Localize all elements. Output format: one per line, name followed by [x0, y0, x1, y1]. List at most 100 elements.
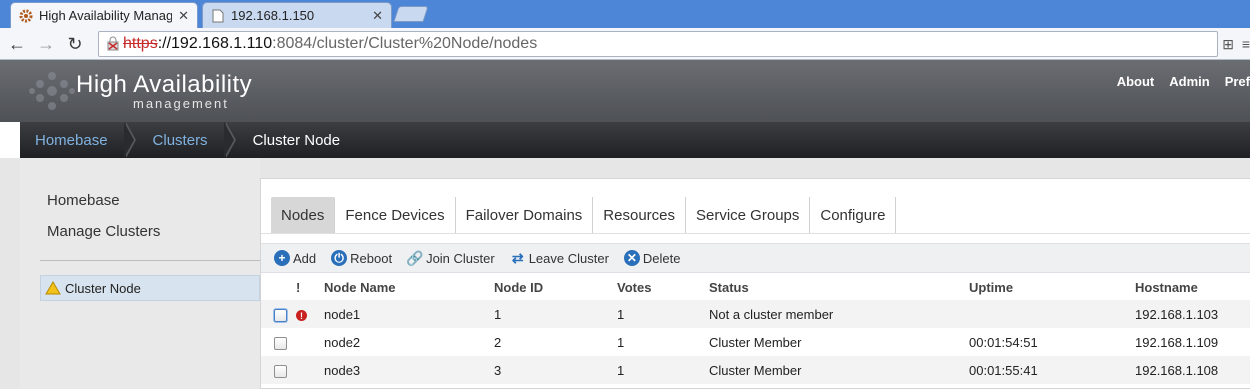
tab-configure[interactable]: Configure [810, 197, 897, 233]
uptime [969, 300, 1135, 328]
nodes-table: ! Node Name Node ID Votes Status Uptime … [261, 275, 1250, 384]
tab-fence-devices[interactable]: Fence Devices [335, 197, 456, 233]
gear-icon [19, 9, 33, 23]
add-label: Add [293, 250, 317, 266]
admin-link[interactable]: Admin [1169, 74, 1209, 89]
tab-underline [261, 233, 1250, 234]
node-name-link[interactable]: node2 [324, 328, 494, 356]
hostname: 192.168.1.109 [1135, 328, 1250, 356]
uptime: 00:01:54:51 [969, 328, 1135, 356]
translate-icon[interactable]: ⊞ [1222, 36, 1234, 53]
tab-bar: Nodes Fence Devices Failover Domains Res… [271, 197, 897, 233]
browser-toolbar: ← → ↻ https://192.168.1.110:8084/cluster… [0, 28, 1250, 60]
reboot-button[interactable]: ⏻ Reboot [331, 250, 392, 266]
new-tab-button[interactable] [393, 6, 429, 22]
delete-label: Delete [642, 250, 681, 266]
hostname: 192.168.1.108 [1135, 356, 1250, 384]
menu-icon[interactable]: ≡ [1242, 36, 1250, 52]
node-name-link[interactable]: node3 [324, 356, 494, 384]
tab-nodes[interactable]: Nodes [271, 197, 336, 233]
column-header-votes[interactable]: Votes [617, 275, 709, 300]
node-id: 1 [494, 300, 617, 328]
unlink-icon: ⇄ [511, 249, 524, 266]
table-header-row: ! Node Name Node ID Votes Status Uptime … [261, 275, 1250, 300]
tab-failover-domains[interactable]: Failover Domains [456, 197, 594, 233]
top-links: About Admin Pref [1117, 74, 1250, 89]
back-arrow-icon[interactable]: ← [6, 33, 28, 55]
votes: 1 [617, 328, 709, 356]
breadcrumb-homebase[interactable]: Homebase [20, 122, 126, 158]
status: Not a cluster member [709, 300, 969, 328]
sidebar-item-manage-clusters[interactable]: Manage Clusters [47, 223, 160, 240]
node-id: 2 [494, 328, 617, 356]
row-checkbox[interactable] [274, 364, 287, 378]
select-column-header [261, 275, 296, 300]
column-header-hostname[interactable]: Hostname [1135, 275, 1250, 300]
app-header: High Availability management About Admin… [0, 60, 1250, 122]
about-link[interactable]: About [1117, 74, 1155, 89]
plus-icon: + [274, 250, 290, 266]
reboot-label: Reboot [350, 250, 393, 266]
join-cluster-button[interactable]: 🔗 Join Cluster [406, 249, 495, 266]
hostname: 192.168.1.103 [1135, 300, 1250, 328]
row-checkbox[interactable] [274, 336, 287, 350]
reload-icon[interactable]: ↻ [64, 33, 86, 55]
breadcrumb-separator [223, 122, 238, 158]
close-icon[interactable]: ✕ [178, 8, 189, 24]
leave-cluster-label: Leave Cluster [528, 250, 609, 266]
status: Cluster Member [709, 356, 969, 384]
column-header-alert: ! [296, 280, 301, 295]
column-header-uptime[interactable]: Uptime [969, 275, 1135, 300]
tab-title: High Availability Manag [39, 8, 173, 23]
url-scheme: https [123, 35, 158, 52]
breadcrumb-clusters[interactable]: Clusters [138, 122, 226, 158]
forward-arrow-icon[interactable]: → [35, 33, 57, 55]
warning-icon [45, 281, 61, 295]
join-cluster-label: Join Cluster [426, 250, 495, 266]
insecure-lock-icon [105, 36, 121, 52]
logo-icon [28, 66, 76, 116]
page-icon [211, 9, 225, 23]
node-id: 3 [494, 356, 617, 384]
breadcrumb-separator [123, 122, 138, 158]
tab-service-groups[interactable]: Service Groups [686, 197, 811, 233]
address-bar[interactable]: https://192.168.1.110:8084/cluster/Clust… [98, 31, 1218, 57]
sidebar-item-label: Cluster Node [65, 280, 141, 296]
status: Cluster Member [709, 328, 969, 356]
link-icon: 🔗 [406, 249, 424, 266]
url-host: ://192.168.1.110 [157, 35, 273, 52]
tab-title: 192.168.1.150 [231, 8, 315, 23]
preferences-link[interactable]: Pref [1225, 74, 1250, 89]
power-icon: ⏻ [331, 250, 348, 266]
error-icon: ! [296, 310, 307, 321]
table-row[interactable]: node3 3 1 Cluster Member 00:01:55:41 192… [261, 356, 1250, 384]
app-title: High Availability [76, 71, 253, 98]
votes: 1 [617, 356, 709, 384]
add-button[interactable]: + Add [274, 250, 316, 266]
node-name-link[interactable]: node1 [324, 300, 494, 328]
uptime: 00:01:55:41 [969, 356, 1135, 384]
app-subtitle: management [133, 96, 229, 111]
breadcrumb-current: Cluster Node [252, 131, 341, 149]
table-row[interactable]: ! node1 1 1 Not a cluster member 192.168… [261, 300, 1250, 328]
browser-tab[interactable]: 192.168.1.150 ✕ [202, 2, 392, 28]
column-header-status[interactable]: Status [709, 275, 969, 300]
delete-button[interactable]: ✕ Delete [623, 250, 681, 266]
main-panel: Nodes Fence Devices Failover Domains Res… [260, 178, 1250, 389]
tab-resources[interactable]: Resources [593, 197, 686, 233]
votes: 1 [617, 300, 709, 328]
table-row[interactable]: node2 2 1 Cluster Member 00:01:54:51 192… [261, 328, 1250, 356]
sidebar-item-cluster-node[interactable]: Cluster Node [40, 275, 260, 301]
action-bar: + Add ⏻ Reboot 🔗 Join Cluster ⇄ Leave Cl… [261, 243, 1250, 273]
sidebar: Homebase Manage Clusters Cluster Node [20, 158, 260, 389]
row-checkbox[interactable] [274, 308, 287, 322]
browser-tabstrip: High Availability Manag ✕ 192.168.1.150 … [0, 0, 1250, 28]
sidebar-divider [40, 260, 260, 261]
browser-tab-active[interactable]: High Availability Manag ✕ [10, 2, 198, 28]
sidebar-item-homebase[interactable]: Homebase [47, 192, 120, 209]
leave-cluster-button[interactable]: ⇄ Leave Cluster [510, 250, 609, 266]
column-header-node-name[interactable]: Node Name [324, 275, 494, 300]
delete-icon: ✕ [623, 250, 640, 266]
column-header-node-id[interactable]: Node ID [494, 275, 617, 300]
close-icon[interactable]: ✕ [372, 8, 383, 24]
